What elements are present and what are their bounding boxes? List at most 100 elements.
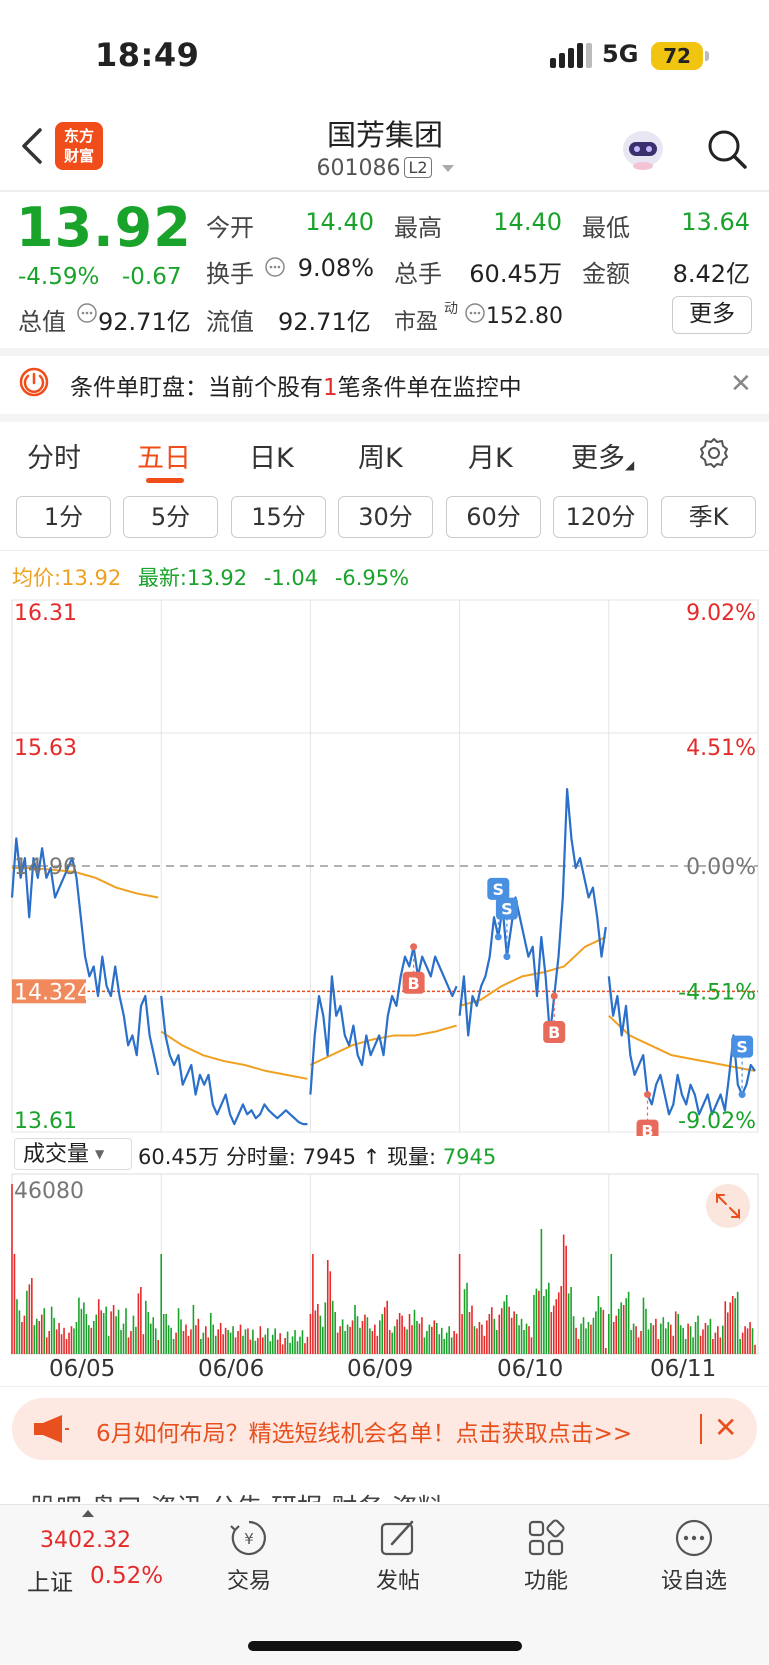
more-dots-icon[interactable] — [674, 1518, 714, 1558]
divider — [0, 348, 769, 356]
now-volume-label: 现量: — [387, 1145, 437, 1169]
tab-intraday[interactable]: 分时 — [27, 436, 81, 475]
period-quarter-k[interactable]: 季K — [661, 496, 756, 538]
marker-dot — [494, 933, 502, 941]
five-day-price-chart[interactable]: BSSBBS16.3115.6314.9614.32413.619.02%4.5… — [0, 596, 769, 1136]
y-tick-right: 9.02% — [686, 601, 756, 626]
home-indicator — [248, 1641, 522, 1651]
change-percent: -4.59% — [18, 264, 100, 290]
open-value: 14.40 — [305, 208, 374, 236]
close-icon[interactable]: ✕ — [730, 369, 752, 399]
nav-post[interactable]: 发帖 — [348, 1563, 448, 1595]
period-5min[interactable]: 5分 — [123, 496, 218, 538]
notice-suffix: 笔条件单在监控中 — [337, 375, 522, 401]
y-tick-right: -4.51% — [678, 980, 756, 1005]
sub-tabs[interactable]: 股吧 盘口 资讯 公告 研报 财务 资料 — [30, 1488, 444, 1502]
app-logo[interactable]: 东方 财富 — [55, 122, 103, 170]
tab-five-day[interactable]: 五日 — [137, 436, 191, 475]
nav-functions[interactable]: 功能 — [496, 1563, 596, 1595]
marker-dot — [644, 1091, 652, 1099]
logo-line2: 财富 — [63, 147, 94, 165]
tab-weekly-k[interactable]: 周K — [358, 436, 403, 475]
stock-code: 601086 — [316, 156, 401, 181]
divider — [0, 550, 769, 551]
trade-icon[interactable]: ¥ — [229, 1518, 269, 1558]
level-badge: L2 — [404, 157, 432, 178]
y-tick-left: 15.63 — [14, 736, 77, 761]
marker-label: B — [548, 1023, 560, 1042]
open-label: 今开 — [206, 214, 254, 242]
low-value: 13.64 — [681, 208, 750, 236]
volume-info: 60.45万 分时量: 7945 ↑ 现量: 7945 — [138, 1141, 496, 1171]
tab-daily-k[interactable]: 日K — [249, 436, 294, 475]
index-percent[interactable]: 0.52% — [90, 1563, 163, 1589]
info-icon[interactable] — [264, 256, 286, 278]
divider — [0, 190, 769, 192]
chart-legend: 均价:13.92 最新:13.92 -1.04 -6.95% — [12, 562, 409, 592]
condition-order-notice[interactable]: 条件单盯盘：当前个股有1笔条件单在监控中 — [70, 368, 522, 402]
stock-code-row[interactable]: 601086 L2 — [250, 156, 520, 181]
index-value[interactable]: 3402.32 — [40, 1528, 131, 1553]
nav-add-watchlist[interactable]: 设自选 — [644, 1563, 744, 1595]
tab-monthly-k[interactable]: 月K — [468, 436, 513, 475]
tick-volume-label: 分时量: — [225, 1145, 296, 1169]
nav-trade[interactable]: 交易 — [199, 1563, 299, 1595]
tick-volume-value: 7945 — [302, 1145, 357, 1169]
post-icon[interactable] — [378, 1518, 418, 1558]
y-tick-right: -9.02% — [678, 1109, 756, 1134]
x-date-label: 06/09 — [347, 1356, 414, 1382]
period-1min[interactable]: 1分 — [16, 496, 111, 538]
index-name[interactable]: 上证 — [27, 1563, 73, 1597]
period-120min[interactable]: 120分 — [553, 496, 648, 538]
marker-label: S — [501, 900, 513, 919]
legend-change: -1.04 — [263, 566, 319, 590]
battery-icon: 72 — [651, 42, 703, 70]
robot-assistant-icon[interactable] — [620, 126, 666, 172]
period-30min[interactable]: 30分 — [338, 496, 433, 538]
tab-more-label: 更多 — [571, 443, 625, 474]
period-60min[interactable]: 60分 — [446, 496, 541, 538]
close-icon[interactable]: ✕ — [714, 1411, 737, 1444]
marker-label: S — [736, 1038, 748, 1057]
notice-count: 1 — [323, 375, 338, 401]
period-15min[interactable]: 15分 — [231, 496, 326, 538]
info-icon[interactable] — [76, 302, 98, 324]
pe-superscript: 动 — [444, 301, 458, 317]
last-label: 最新: — [137, 566, 187, 590]
network-label: 5G — [602, 40, 639, 68]
now-volume-value: 7945 — [442, 1145, 497, 1169]
volume-chart[interactable]: 46080 — [0, 1172, 769, 1357]
volume-max-tick: 46080 — [14, 1179, 84, 1204]
search-icon[interactable] — [705, 127, 749, 171]
gear-icon[interactable] — [697, 436, 731, 470]
avg-label: 均价: — [12, 566, 62, 590]
expand-button[interactable] — [706, 1184, 750, 1228]
marker-dot — [550, 992, 558, 1000]
mktcap-label: 总值 — [18, 308, 66, 336]
high-value: 14.40 — [493, 208, 562, 236]
last-value: 13.92 — [186, 566, 248, 590]
tab-more[interactable]: 更多◢ — [571, 436, 634, 475]
indicator-select[interactable]: 成交量 ▼ — [14, 1138, 132, 1170]
caret-icon: ◢ — [625, 458, 635, 472]
price-line — [160, 995, 308, 1126]
apps-icon[interactable] — [526, 1518, 566, 1558]
change-value: -0.67 — [122, 264, 182, 290]
svg-text:¥: ¥ — [244, 1530, 254, 1548]
more-button[interactable]: 更多 — [672, 296, 752, 334]
banner-text[interactable]: 6月如何布局？精选短线机会名单！点击获取点击>> — [96, 1414, 632, 1448]
legend-pct: -6.95% — [334, 566, 410, 590]
back-icon[interactable] — [18, 126, 48, 166]
info-icon[interactable] — [464, 302, 486, 324]
pe-label: 市盈 — [394, 310, 439, 335]
y-tick-left: 16.31 — [14, 601, 77, 626]
y-tick-right: 0.00% — [686, 855, 756, 880]
volume-total: 60.45万 — [138, 1145, 220, 1169]
dropdown-icon: ▼ — [95, 1147, 105, 1161]
high-label: 最高 — [394, 214, 442, 242]
indicator-label: 成交量 — [23, 1142, 90, 1167]
x-date-label: 06/06 — [198, 1356, 265, 1382]
pe-value: 152.80 — [486, 304, 563, 329]
marker-label: B — [641, 1122, 653, 1136]
battery-cap — [705, 51, 709, 61]
